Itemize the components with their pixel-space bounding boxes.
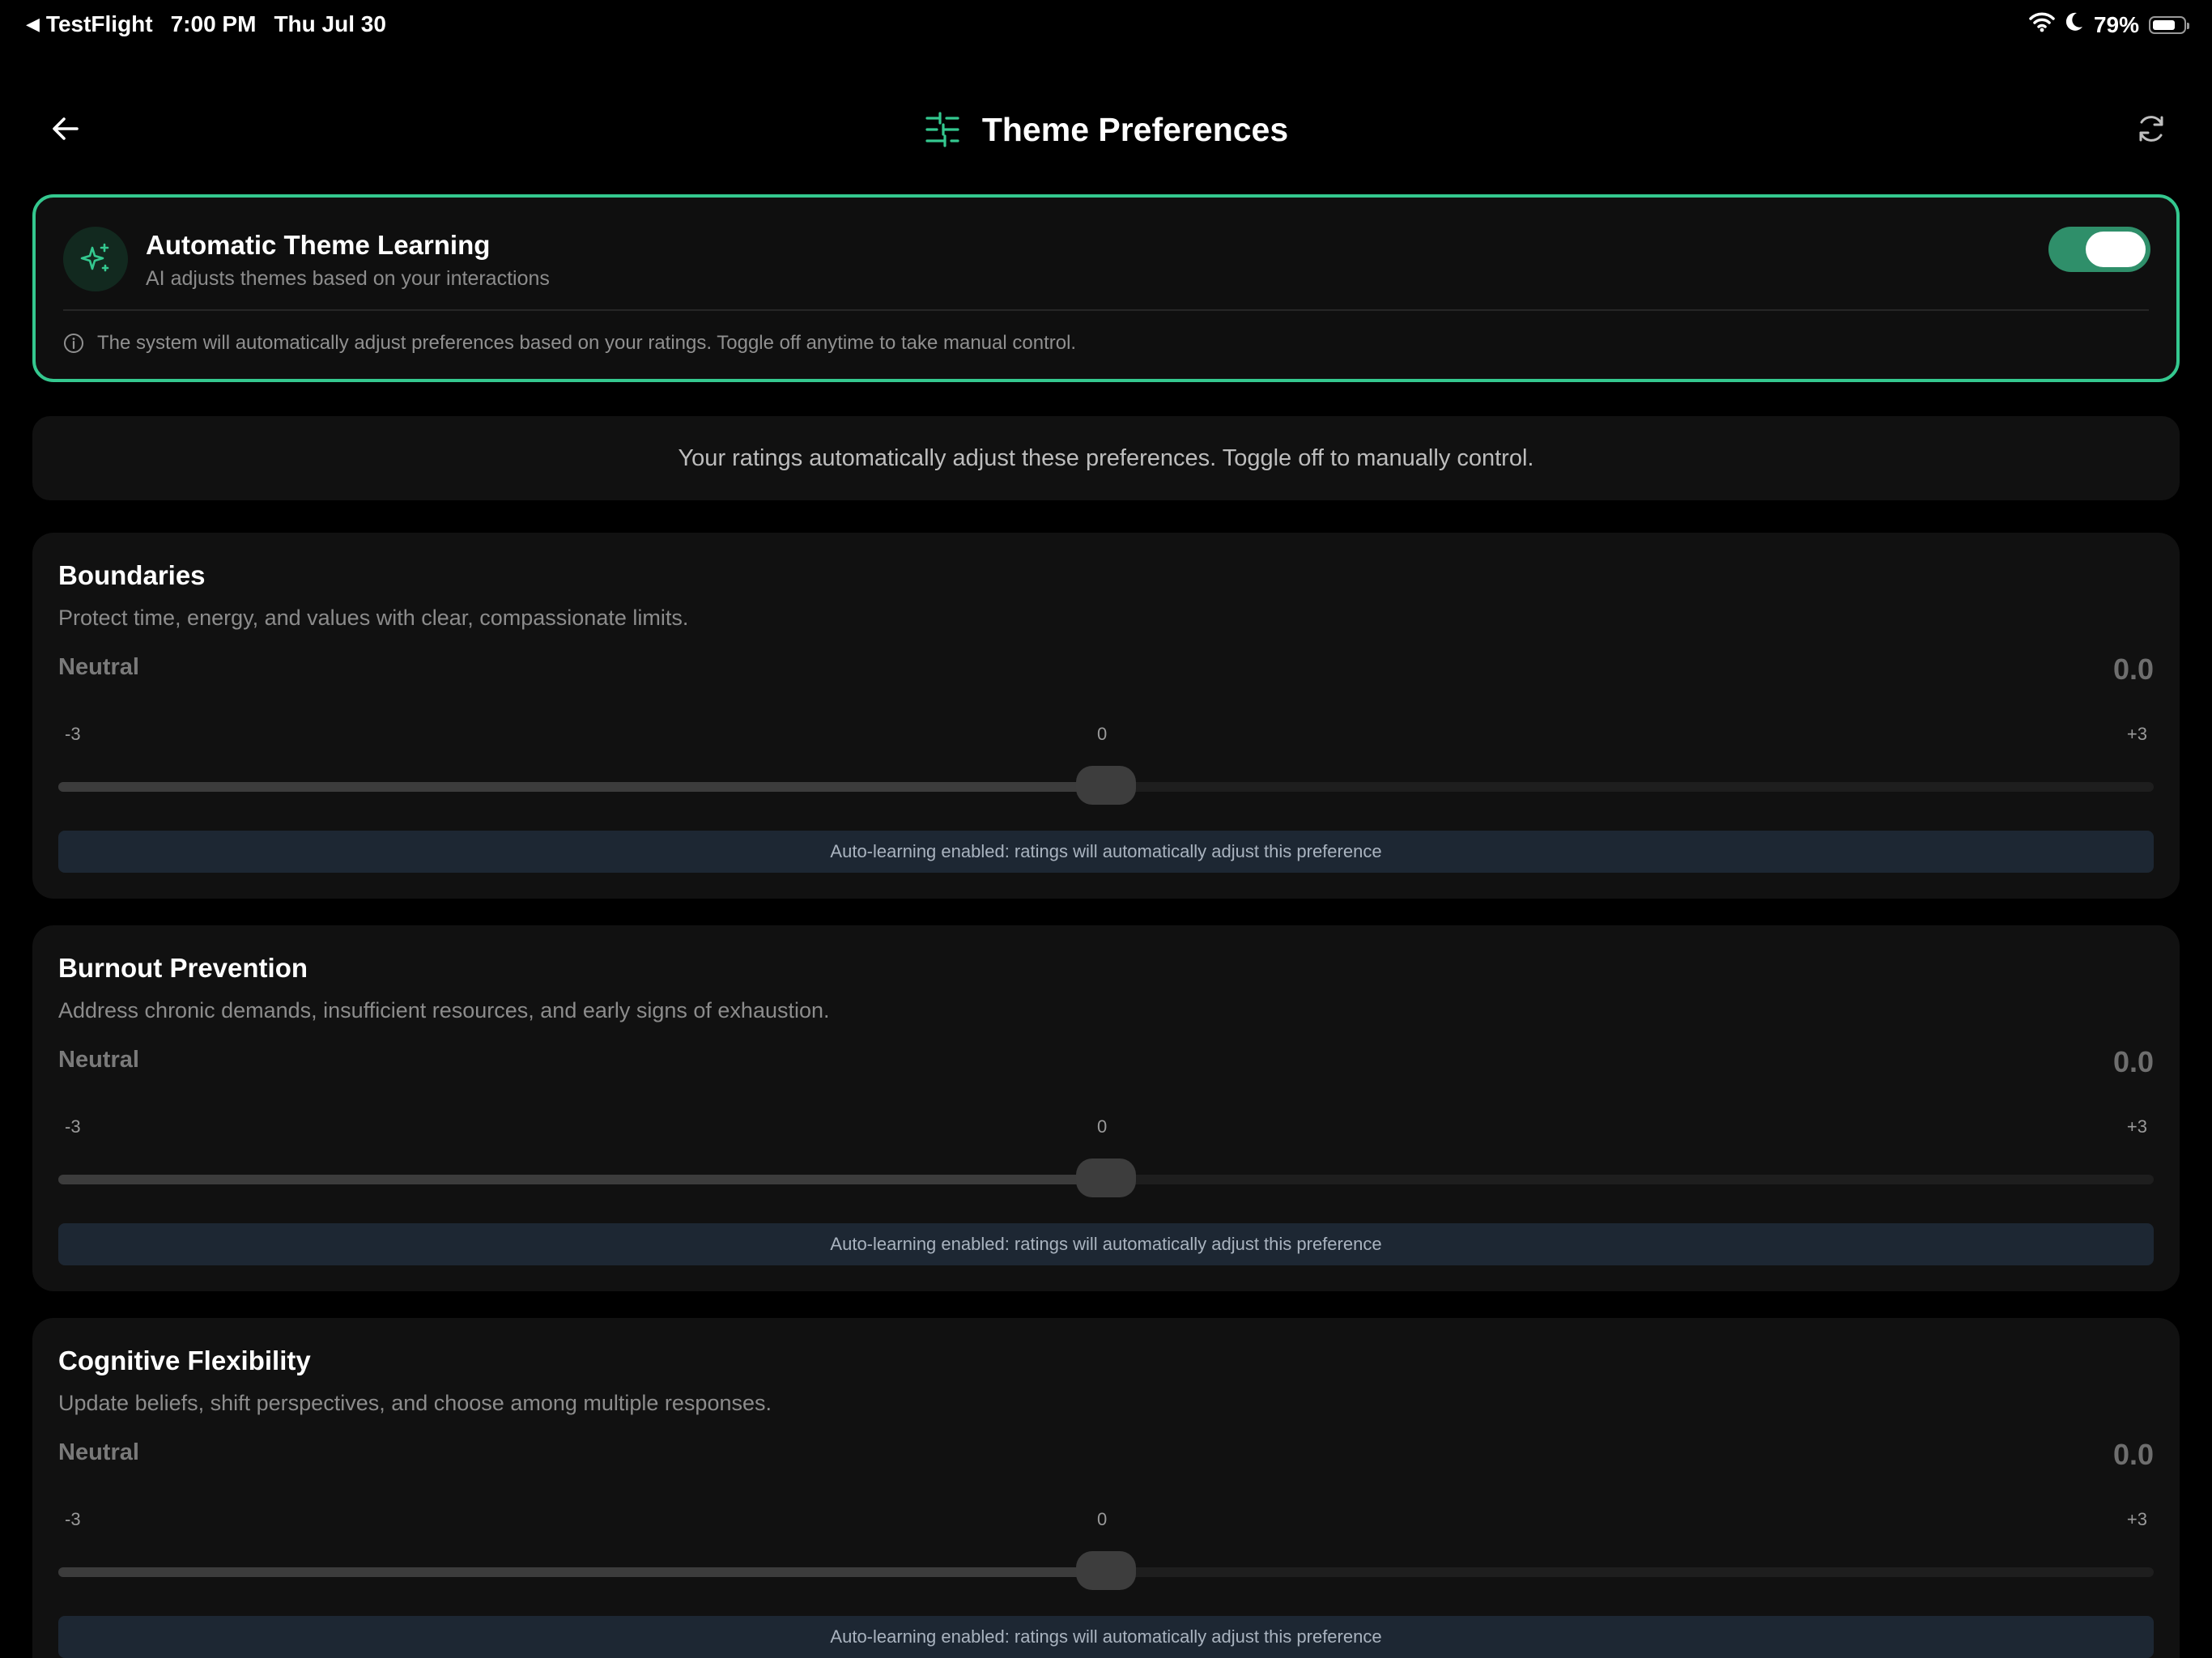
status-date: Thu Jul 30 bbox=[274, 11, 386, 36]
ratings-notice: Your ratings automatically adjust these … bbox=[32, 416, 2180, 500]
theme-preferences-screen: ◀ TestFlight 7:00 PM Thu Jul 30 79% Them… bbox=[0, 0, 2212, 1658]
sparkles-icon bbox=[80, 243, 109, 272]
header: Theme Preferences bbox=[0, 89, 2212, 170]
slider-fill bbox=[58, 1567, 1106, 1577]
preference-title: Boundaries bbox=[58, 560, 206, 590]
slider-min-label: -3 bbox=[65, 724, 81, 744]
auto-learning-info-text: The system will automatically adjust pre… bbox=[97, 332, 1077, 354]
status-bar: ◀ TestFlight 7:00 PM Thu Jul 30 79% bbox=[0, 0, 2212, 52]
moon-icon bbox=[2065, 11, 2084, 38]
slider-fill bbox=[58, 1175, 1106, 1184]
slider-max-label: +3 bbox=[2126, 1509, 2147, 1529]
preference-state: Neutral bbox=[58, 654, 139, 680]
divider bbox=[63, 309, 2149, 311]
preference-state: Neutral bbox=[58, 1047, 139, 1073]
preference-title: Burnout Prevention bbox=[58, 953, 308, 983]
refresh-button[interactable] bbox=[2131, 108, 2172, 149]
battery-percent: 79% bbox=[2093, 11, 2139, 37]
sliders-icon bbox=[925, 112, 959, 147]
slider-fill bbox=[58, 782, 1106, 792]
slider-mid-label: 0 bbox=[1097, 724, 1108, 744]
preference-card-cognitive-flexibility: Cognitive Flexibility Update beliefs, sh… bbox=[32, 1318, 2180, 1658]
preference-title: Cognitive Flexibility bbox=[58, 1346, 311, 1375]
preference-description: Protect time, energy, and values with cl… bbox=[58, 606, 689, 630]
battery-icon bbox=[2149, 15, 2189, 34]
slider-mid-label: 0 bbox=[1097, 1509, 1108, 1529]
back-to-app-link[interactable]: ◀ TestFlight bbox=[26, 11, 153, 37]
slider-thumb[interactable] bbox=[1076, 1158, 1136, 1197]
slider-min-label: -3 bbox=[65, 1116, 81, 1137]
battery-fill bbox=[2153, 19, 2176, 30]
slider-min-label: -3 bbox=[65, 1509, 81, 1529]
preference-value: 0.0 bbox=[2112, 1438, 2154, 1471]
preference-description: Update beliefs, shift perspectives, and … bbox=[58, 1391, 772, 1415]
slider-thumb[interactable] bbox=[1076, 1551, 1136, 1590]
preference-slider[interactable] bbox=[58, 766, 2154, 805]
preference-state: Neutral bbox=[58, 1439, 139, 1465]
preference-slider[interactable] bbox=[58, 1551, 2154, 1590]
auto-learning-banner: Auto-learning enabled: ratings will auto… bbox=[58, 1223, 2154, 1265]
slider-max-label: +3 bbox=[2126, 724, 2147, 744]
auto-learning-icon-badge bbox=[63, 227, 128, 291]
header-title-group: Theme Preferences bbox=[0, 89, 2212, 170]
back-app-label: TestFlight bbox=[45, 11, 153, 36]
back-triangle-icon: ◀ bbox=[26, 14, 40, 34]
slider-thumb[interactable] bbox=[1076, 766, 1136, 805]
wifi-icon bbox=[2029, 11, 2055, 38]
preference-description: Address chronic demands, insufficient re… bbox=[58, 998, 830, 1022]
auto-learning-toggle[interactable] bbox=[2048, 227, 2150, 272]
preference-card-boundaries: Boundaries Protect time, energy, and val… bbox=[32, 533, 2180, 899]
page-title: Theme Preferences bbox=[981, 110, 1289, 148]
refresh-icon bbox=[2139, 116, 2163, 142]
preference-card-burnout-prevention: Burnout Prevention Address chronic deman… bbox=[32, 925, 2180, 1291]
slider-mid-label: 0 bbox=[1097, 1116, 1108, 1137]
auto-learning-card: Automatic Theme Learning AI adjusts them… bbox=[32, 194, 2180, 382]
info-icon bbox=[64, 334, 83, 353]
auto-learning-subtitle: AI adjusts themes based on your interact… bbox=[146, 267, 550, 290]
battery-tip bbox=[2187, 22, 2189, 29]
status-left: ◀ TestFlight 7:00 PM Thu Jul 30 bbox=[26, 11, 386, 37]
auto-learning-banner: Auto-learning enabled: ratings will auto… bbox=[58, 831, 2154, 873]
preference-value: 0.0 bbox=[2112, 1045, 2154, 1078]
preference-value: 0.0 bbox=[2112, 653, 2154, 686]
auto-learning-title: Automatic Theme Learning bbox=[146, 230, 491, 260]
auto-learning-banner: Auto-learning enabled: ratings will auto… bbox=[58, 1616, 2154, 1658]
toggle-knob bbox=[2086, 232, 2146, 267]
status-right: 79% bbox=[2029, 11, 2189, 38]
auto-learning-info: The system will automatically adjust pre… bbox=[63, 332, 1076, 355]
slider-max-label: +3 bbox=[2126, 1116, 2147, 1137]
status-time: 7:00 PM bbox=[170, 11, 257, 36]
preference-slider[interactable] bbox=[58, 1158, 2154, 1197]
